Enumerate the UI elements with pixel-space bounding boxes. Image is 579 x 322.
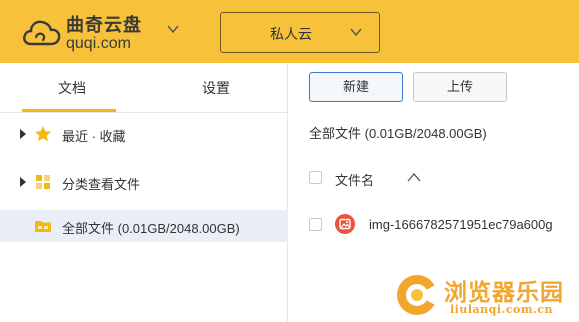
sidebar-item-all-files[interactable]: 全部文件 (0.01GB/2048.00GB) (0, 210, 288, 242)
watermark-title: 浏览器乐园 (444, 279, 564, 306)
chevron-down-icon (350, 28, 362, 37)
logo-domain: quqi.com (66, 35, 131, 52)
active-tab-indicator (22, 109, 116, 112)
sidebar-item-label: 最近 · 收藏 (62, 129, 126, 144)
image-file-icon (335, 214, 355, 234)
space-selector[interactable]: 私人云 (220, 12, 380, 53)
sidebar-tabs: 文档 设置 (0, 63, 287, 113)
folder-icon (35, 221, 51, 232)
expand-arrow-icon[interactable] (20, 129, 26, 139)
row-checkbox[interactable] (309, 218, 322, 231)
chevron-down-icon[interactable] (166, 22, 180, 36)
star-icon (35, 126, 51, 142)
tab-settings[interactable]: 设置 (144, 63, 288, 113)
sidebar-item-recent-favorites[interactable]: 最近 · 收藏 (0, 119, 288, 149)
logo-title: 曲奇云盘 (66, 15, 142, 35)
expand-arrow-icon[interactable] (20, 177, 26, 187)
watermark-logo-icon (397, 275, 437, 315)
breadcrumb: 全部文件 (0.01GB/2048.00GB) (309, 126, 487, 141)
sidebar-item-label: 分类查看文件 (62, 177, 141, 192)
upload-button[interactable]: 上传 (413, 72, 507, 102)
column-header-filename[interactable]: 文件名 (335, 170, 374, 189)
top-bar: 曲奇云盘 quqi.com 私人云 (0, 0, 579, 63)
space-selector-label: 私人云 (270, 26, 312, 42)
new-button[interactable]: 新建 (309, 72, 403, 102)
sort-ascending-icon[interactable] (407, 172, 421, 182)
sidebar-item-label: 全部文件 (0.01GB/2048.00GB) (62, 221, 240, 236)
tab-documents[interactable]: 文档 (0, 63, 144, 113)
cloud-logo-icon (23, 20, 61, 46)
watermark: 浏览器乐园 liulanqi.com.cn (392, 270, 579, 322)
select-all-checkbox[interactable] (309, 171, 322, 184)
sidebar-item-categories[interactable]: 分类查看文件 (0, 167, 288, 197)
file-name[interactable]: img-1666782571951ec79a600g (369, 217, 553, 232)
category-grid-icon (36, 175, 50, 189)
file-list-header: 文件名 (309, 167, 579, 189)
file-row[interactable]: img-1666782571951ec79a600g (309, 211, 579, 239)
sidebar: 文档 设置 最近 · 收藏 分类查看文件 全部文件 (0.01GB/2048.0… (0, 63, 288, 322)
app-logo[interactable]: 曲奇云盘 quqi.com (22, 10, 162, 54)
watermark-subtitle: liulanqi.com.cn (450, 303, 554, 316)
